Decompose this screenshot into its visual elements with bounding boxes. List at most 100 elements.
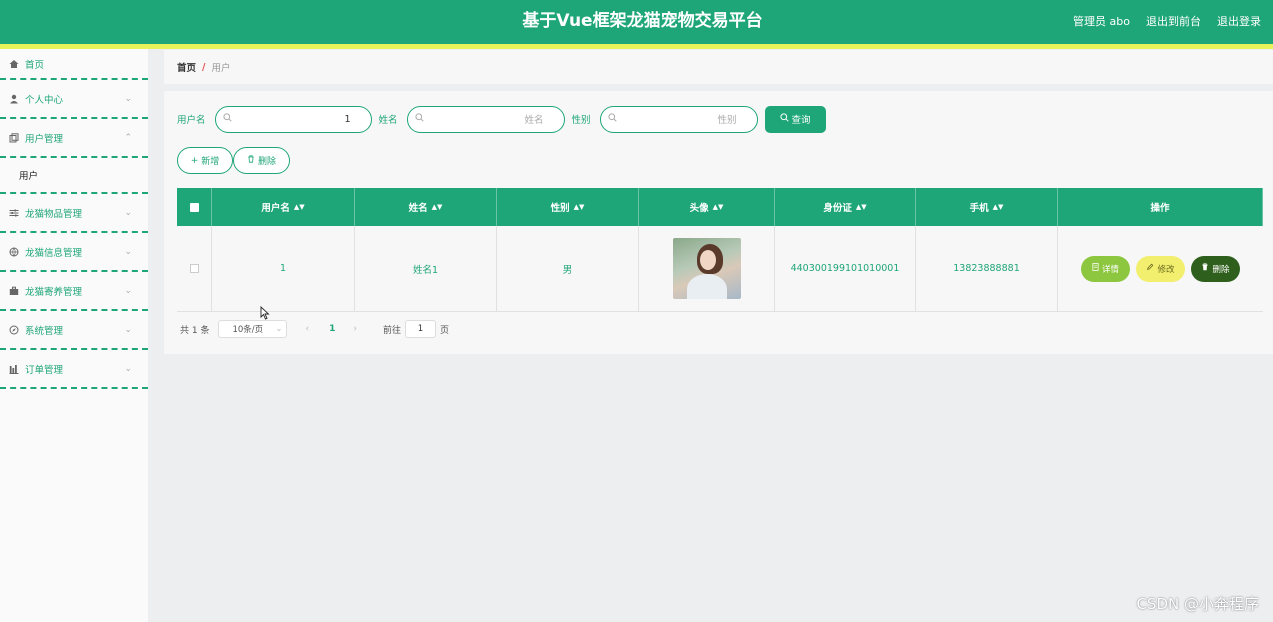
- breadcrumb: 首页 / 用户: [164, 50, 1273, 84]
- cell-gender: 男: [497, 226, 639, 311]
- goto-page-input[interactable]: 1: [404, 320, 436, 338]
- chevron-down-icon: ⌄: [124, 285, 132, 296]
- name-search-input[interactable]: 姓名: [406, 105, 565, 133]
- column-header-label: 用户名: [261, 203, 290, 214]
- cell-actions: 详情 修改 删除: [1058, 226, 1263, 311]
- user-table: 用户名▲▼ 姓名▲▼ 性别▲▼ 头像▲▼ 身份证▲▼ 手机▲▼ 操作: [177, 188, 1263, 312]
- column-header-id-card[interactable]: 身份证 ▲▼: [775, 188, 916, 226]
- column-header-label: 头像: [689, 203, 709, 214]
- sidebar-item-personal-center[interactable]: 个人中心 ⌄: [0, 80, 148, 119]
- main-content: 用户名 1 姓名 姓名 性别 性别 查询 + 新增 删除 用户名 ▲▼ 姓名 ▲…: [164, 91, 1273, 354]
- column-header-avatar[interactable]: 头像 ▲▼: [639, 188, 775, 226]
- sort-icon: ▲▼: [293, 203, 305, 211]
- sidebar-item-system-management[interactable]: 系统管理 ⌄: [0, 311, 148, 350]
- search-form: 用户名 1 姓名 姓名 性别 性别 查询: [177, 105, 826, 133]
- sidebar-item-home[interactable]: 首页: [0, 49, 148, 80]
- column-header-label: 操作: [1150, 203, 1170, 214]
- column-header-actions: 操作: [1058, 188, 1263, 226]
- sort-icon: ▲▼: [712, 203, 724, 211]
- home-icon: [8, 58, 20, 70]
- cell-phone: 13823888881: [916, 226, 1058, 311]
- sliders-icon: [8, 207, 20, 219]
- batch-delete-button[interactable]: 删除: [233, 147, 290, 174]
- sidebar-item-boarding-management[interactable]: 龙猫寄养管理 ⌄: [0, 272, 148, 311]
- column-header-phone[interactable]: 手机 ▲▼: [916, 188, 1058, 226]
- compass-icon: [8, 324, 20, 336]
- sidebar-subitem-user[interactable]: 用户: [0, 158, 148, 194]
- sidebar-item-label: 龙猫寄养管理: [25, 286, 83, 298]
- trash-icon: [1201, 263, 1209, 274]
- chevron-down-icon: ⌄: [124, 246, 132, 257]
- username-search-input[interactable]: 1: [214, 105, 372, 133]
- column-header-name[interactable]: 姓名 ▲▼: [355, 188, 497, 226]
- sidebar-item-label: 系统管理: [25, 325, 64, 337]
- column-header-label: 身份证: [823, 203, 852, 214]
- name-search-placeholder: 姓名: [524, 115, 544, 126]
- next-page-icon[interactable]: ›: [353, 324, 357, 334]
- user-icon: [8, 93, 20, 105]
- column-header-gender[interactable]: 性别 ▲▼: [497, 188, 639, 226]
- row-checkbox[interactable]: [189, 264, 199, 273]
- page-size-select[interactable]: 10条/页 ⌄: [218, 320, 288, 338]
- page-size-value: 10条/页: [232, 325, 264, 335]
- select-all-checkbox[interactable]: [189, 202, 199, 212]
- sidebar-item-label: 个人中心: [25, 94, 64, 106]
- logout-link[interactable]: 退出登录: [1217, 13, 1261, 29]
- select-all-cell: [177, 188, 212, 226]
- sidebar-item-info-management[interactable]: 龙猫信息管理 ⌄: [0, 233, 148, 272]
- current-page-number[interactable]: 1: [329, 324, 335, 334]
- delete-button[interactable]: 删除: [1191, 255, 1240, 282]
- column-header-label: 手机: [969, 203, 989, 214]
- pagination-total: 共 1 条: [180, 325, 210, 336]
- delete-button-label: 删除: [1212, 264, 1230, 275]
- sort-icon: ▲▼: [855, 203, 867, 211]
- header-actions: 管理员 abo 退出到前台 退出登录: [1073, 0, 1261, 42]
- username-search-value: 1: [344, 113, 351, 125]
- sidebar-item-label: 订单管理: [25, 364, 64, 376]
- chevron-down-icon: ⌄: [124, 363, 132, 374]
- trash-icon: [247, 155, 255, 166]
- avatar[interactable]: [672, 238, 741, 299]
- cell-avatar: [639, 226, 775, 311]
- cell-id-card: 440300199101010001: [775, 226, 916, 311]
- copy-icon: [8, 132, 20, 144]
- edit-button-label: 修改: [1157, 264, 1175, 275]
- query-button[interactable]: 查询: [764, 105, 826, 133]
- sidebar-item-user-management[interactable]: 用户管理 ⌃: [0, 119, 148, 158]
- sort-icon: ▲▼: [992, 203, 1004, 211]
- prev-page-icon[interactable]: ‹: [305, 324, 309, 334]
- sidebar-item-goods-management[interactable]: 龙猫物品管理 ⌄: [0, 194, 148, 233]
- pagination: 共 1 条 10条/页 ⌄ ‹ 1 › 前往 1 页: [180, 320, 449, 338]
- mouse-cursor-icon: [260, 305, 270, 320]
- sidebar-item-label: 龙猫信息管理: [25, 247, 83, 259]
- edit-button[interactable]: 修改: [1136, 255, 1185, 282]
- exit-to-front-link[interactable]: 退出到前台: [1146, 13, 1201, 29]
- gender-search-input[interactable]: 性别: [599, 105, 758, 133]
- goto-label: 前往: [382, 325, 401, 336]
- detail-button-label: 详情: [1101, 264, 1119, 275]
- action-buttons: + 新增 删除: [177, 147, 290, 174]
- column-header-label: 姓名: [408, 203, 428, 214]
- gender-search-placeholder: 性别: [717, 115, 737, 126]
- table-header: 用户名 ▲▼ 姓名 ▲▼ 性别 ▲▼ 头像 ▲▼ 身份证 ▲▼ 手机 ▲▼ 操作: [177, 188, 1263, 226]
- username-label: 用户名: [177, 115, 206, 126]
- column-header-username[interactable]: 用户名 ▲▼: [212, 188, 355, 226]
- sidebar-subitem-label: 用户: [19, 171, 39, 182]
- row-select-cell: [177, 226, 212, 311]
- sidebar-item-order-management[interactable]: 订单管理 ⌄: [0, 350, 148, 389]
- search-icon: [607, 113, 617, 125]
- sort-icon: ▲▼: [431, 203, 443, 211]
- breadcrumb-home[interactable]: 首页: [177, 60, 196, 74]
- chevron-down-icon: ⌄: [275, 324, 283, 334]
- search-icon: [222, 113, 232, 125]
- edit-icon: [1146, 263, 1154, 274]
- detail-button[interactable]: 详情: [1081, 255, 1130, 282]
- sidebar: 首页 个人中心 ⌄ 用户管理 ⌃ 用户 龙猫物品管理 ⌄ 龙猫信息管理 ⌄ 龙猫…: [0, 49, 148, 622]
- breadcrumb-current: 用户: [211, 63, 231, 74]
- globe-icon: [8, 246, 20, 258]
- chevron-down-icon: ⌄: [124, 93, 132, 104]
- admin-label: 管理员 abo: [1073, 15, 1130, 28]
- chevron-down-icon: ⌄: [124, 324, 132, 335]
- add-button[interactable]: + 新增: [177, 147, 233, 174]
- cell-name: 姓名1: [355, 226, 497, 311]
